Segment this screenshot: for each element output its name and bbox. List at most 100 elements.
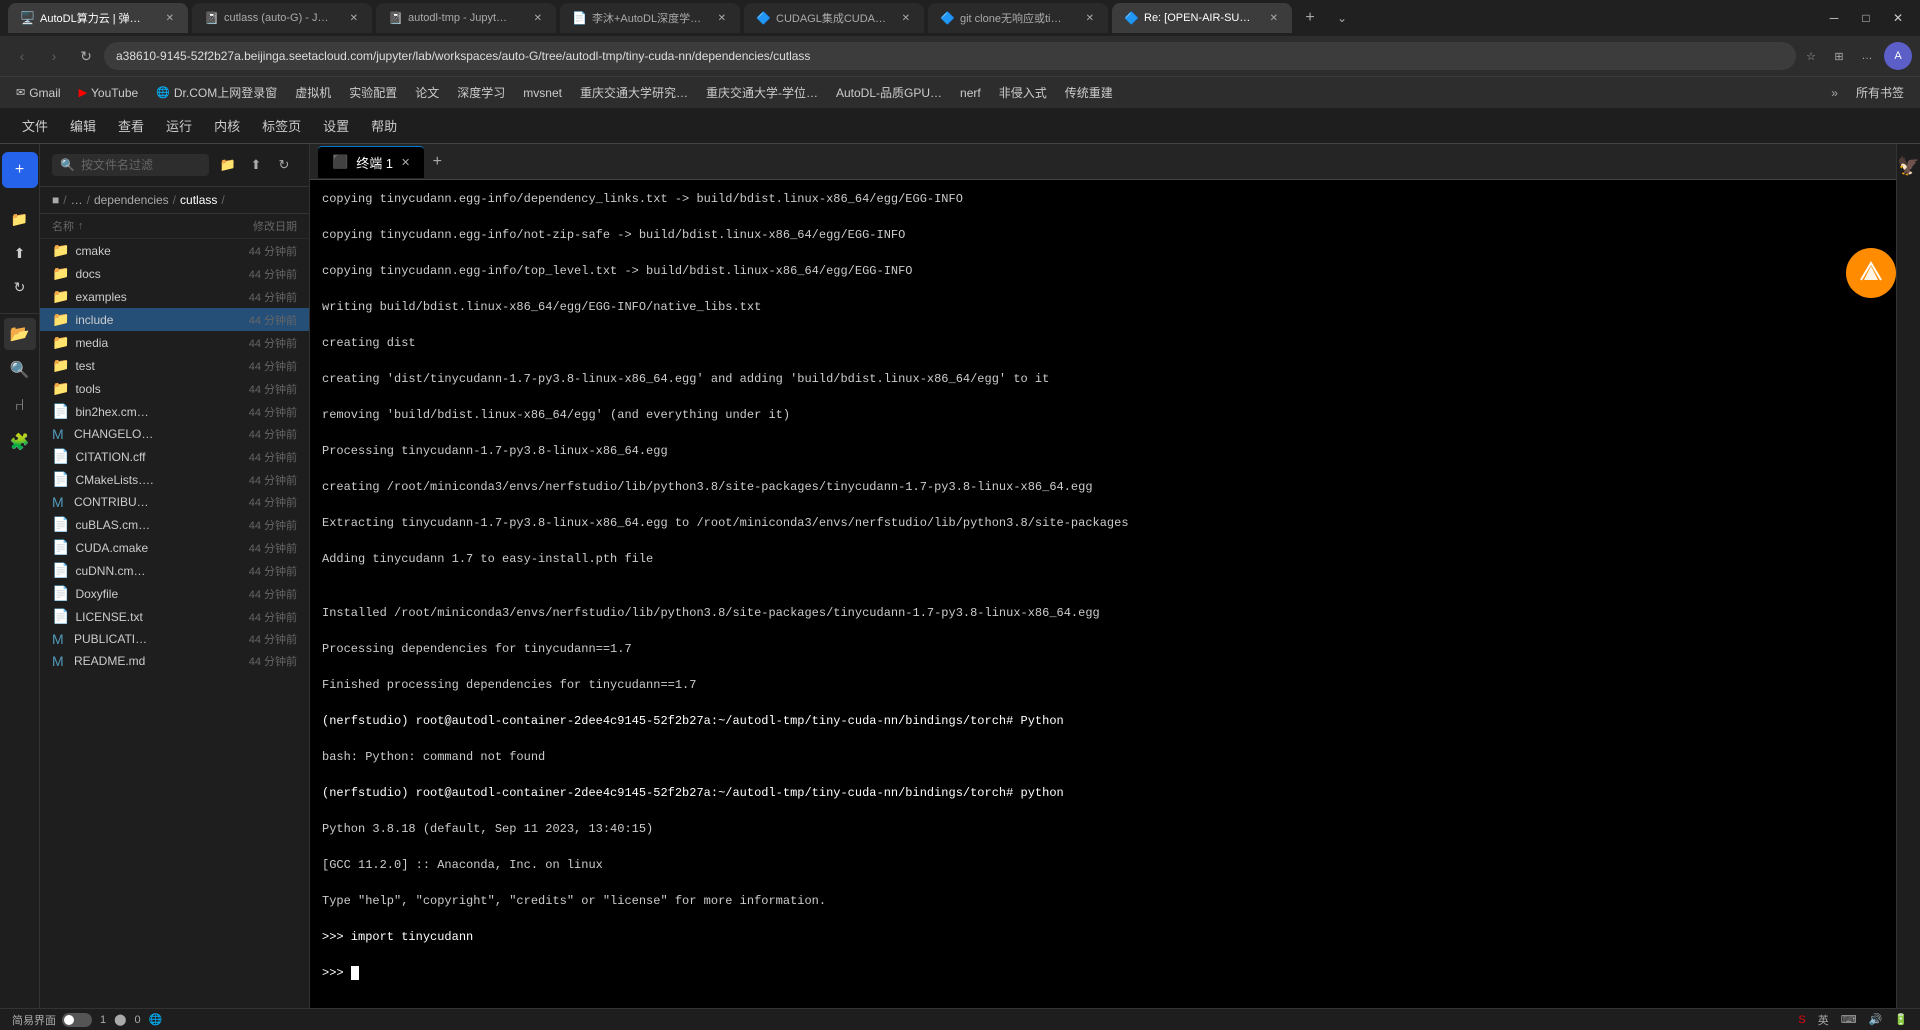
bookmark-cqjtu2[interactable]: 重庆交通大学-学位…	[698, 81, 826, 104]
toggle-switch[interactable]	[62, 1013, 92, 1027]
bookmark-nerf[interactable]: nerf	[952, 83, 989, 103]
menu-settings[interactable]: 设置	[313, 112, 359, 139]
profile-button[interactable]: A	[1884, 42, 1912, 70]
toolbar-upload-btn[interactable]: ⬆	[5, 238, 35, 268]
bookmark-star-icon[interactable]: ☆	[1800, 45, 1822, 67]
back-button[interactable]: ‹	[8, 42, 36, 70]
url-input[interactable]: a38610-9145-52f2b27a.beijinga.seetacloud…	[104, 42, 1796, 70]
bookmark-noninvasive[interactable]: 非侵入式	[991, 81, 1055, 104]
browser-tab-7[interactable]: 🔷 Re: [OPEN-AIR-SU… ✕	[1112, 3, 1292, 33]
breadcrumb-cutlass[interactable]: cutlass	[180, 193, 217, 207]
file-search-box[interactable]: 🔍	[52, 154, 209, 176]
reload-button[interactable]: ↻	[72, 42, 100, 70]
tab6-close[interactable]: ✕	[1084, 11, 1096, 26]
sort-name-button[interactable]: 名称 ↑	[52, 218, 217, 234]
menu-tabs[interactable]: 标签页	[252, 112, 311, 139]
tab5-close[interactable]: ✕	[900, 11, 912, 26]
list-item[interactable]: 📁 media 44 分钟前	[40, 331, 309, 354]
terminal-tab-close[interactable]: ✕	[401, 156, 410, 169]
bookmark-autodl[interactable]: AutoDL-品质GPU…	[828, 81, 950, 104]
file-date: 44 分钟前	[217, 563, 297, 579]
list-item[interactable]: 📄 LICENSE.txt 44 分钟前	[40, 605, 309, 628]
bookmark-noninvasive-label: 非侵入式	[999, 84, 1047, 101]
bookmark-mvsnet[interactable]: mvsnet	[515, 83, 570, 103]
file-filter-input[interactable]	[81, 158, 201, 172]
sort-icon: ↑	[78, 220, 84, 232]
forward-button[interactable]: ›	[40, 42, 68, 70]
list-item[interactable]: 📄 cuBLAS.cm… 44 分钟前	[40, 513, 309, 536]
terminal-tab-1[interactable]: ⬛ 终端 1 ✕	[318, 146, 424, 178]
minimize-button[interactable]: ─	[1820, 4, 1848, 32]
bookmark-dl[interactable]: 深度学习	[449, 81, 513, 104]
browser-tab-5[interactable]: 🔷 CUDAGL集成CUDA… ✕	[744, 3, 924, 33]
sidebar-icon-search[interactable]: 🔍	[4, 354, 36, 386]
bookmark-youtube[interactable]: ▶ YouTube	[71, 83, 147, 103]
tab4-close[interactable]: ✕	[716, 11, 728, 26]
list-item[interactable]: 📁 include 44 分钟前	[40, 308, 309, 331]
list-item[interactable]: 📄 CITATION.cff 44 分钟前	[40, 445, 309, 468]
list-item[interactable]: 📄 cuDNN.cm… 44 分钟前	[40, 559, 309, 582]
close-button[interactable]: ✕	[1884, 4, 1912, 32]
menu-help[interactable]: 帮助	[361, 112, 407, 139]
tab1-close[interactable]: ✕	[164, 11, 176, 26]
file-new-folder-btn[interactable]: 📁	[215, 152, 241, 178]
menu-edit[interactable]: 编辑	[60, 112, 106, 139]
list-item[interactable]: 📁 tools 44 分钟前	[40, 377, 309, 400]
browser-tab-4[interactable]: 📄 李沐+AutoDL深度学… ✕	[560, 3, 740, 33]
file-upload-btn[interactable]: ⬆	[243, 152, 269, 178]
list-item[interactable]: 📁 cmake 44 分钟前	[40, 239, 309, 262]
tabs-more-button[interactable]: ⌄	[1328, 4, 1356, 32]
bookmark-traditional[interactable]: 传统重建	[1057, 81, 1121, 104]
browser-tab-3[interactable]: 📓 autodl-tmp - Jupyt… ✕	[376, 3, 556, 33]
browser-settings-icon[interactable]: …	[1856, 45, 1878, 67]
bookmark-cqjtu[interactable]: 重庆交通大学研究…	[572, 81, 696, 104]
terminal-new-tab-button[interactable]: +	[424, 149, 450, 175]
breadcrumb-dependencies[interactable]: dependencies	[94, 193, 169, 207]
bookmark-labconfig[interactable]: 实验配置	[341, 81, 405, 104]
new-launcher-button[interactable]: +	[2, 152, 38, 188]
list-item[interactable]: 📄 CMakeLists…. 44 分钟前	[40, 468, 309, 491]
list-item[interactable]: 📁 examples 44 分钟前	[40, 285, 309, 308]
list-item[interactable]: 📄 bin2hex.cm… 44 分钟前	[40, 400, 309, 423]
bookmarks-more-button[interactable]: »	[1823, 83, 1846, 103]
bookmark-vm[interactable]: 虚拟机	[287, 81, 339, 104]
tab7-close[interactable]: ✕	[1268, 11, 1280, 26]
list-item[interactable]: 📄 CUDA.cmake 44 分钟前	[40, 536, 309, 559]
maximize-button[interactable]: □	[1852, 4, 1880, 32]
new-tab-button[interactable]: +	[1296, 4, 1324, 32]
bookmark-drcom[interactable]: 🌐 Dr.COM上网登录窗	[148, 81, 285, 104]
breadcrumb-root[interactable]: ■	[52, 193, 59, 207]
terminal-output[interactable]: n-38/tinycudann_bindings/_86_C.cpython-3…	[310, 180, 1896, 1008]
list-item[interactable]: M CONTRIBU… 44 分钟前	[40, 491, 309, 513]
browser-collections-icon[interactable]: ⊞	[1828, 45, 1850, 67]
menu-run[interactable]: 运行	[156, 112, 202, 139]
sidebar-icon-extensions[interactable]: 🧩	[4, 426, 36, 458]
list-item[interactable]: 📁 test 44 分钟前	[40, 354, 309, 377]
list-item[interactable]: 📁 docs 44 分钟前	[40, 262, 309, 285]
bookmark-gmail[interactable]: ✉ Gmail	[8, 83, 69, 103]
browser-tab-1[interactable]: 🖥️ AutoDL算力云 | 弹… ✕	[8, 3, 188, 33]
tab2-close[interactable]: ✕	[348, 11, 360, 26]
list-item[interactable]: 📄 Doxyfile 44 分钟前	[40, 582, 309, 605]
list-item[interactable]: M PUBLICATI… 44 分钟前	[40, 628, 309, 650]
simple-mode-toggle[interactable]: 简易界面	[12, 1012, 92, 1028]
menu-view[interactable]: 查看	[108, 112, 154, 139]
sidebar-icon-files[interactable]: 📂	[4, 318, 36, 350]
tab3-close[interactable]: ✕	[532, 11, 544, 26]
bookmark-labconfig-label: 实验配置	[349, 84, 397, 101]
toolbar-refresh-btn[interactable]: ↻	[5, 272, 35, 302]
sidebar-icon-git[interactable]: ⑁	[4, 390, 36, 422]
breadcrumb-ellipsis[interactable]: …	[71, 193, 83, 207]
terminal-line: >>> import tinycudann	[322, 928, 1884, 946]
browser-tab-2[interactable]: 📓 cutlass (auto-G) - J… ✕	[192, 3, 372, 33]
list-item[interactable]: M README.md 44 分钟前	[40, 650, 309, 672]
menu-file[interactable]: 文件	[12, 112, 58, 139]
bookmark-allbooks[interactable]: 所有书签	[1848, 81, 1912, 104]
file-refresh-btn[interactable]: ↻	[271, 152, 297, 178]
toolbar-folder-btn[interactable]: 📁	[5, 204, 35, 234]
right-sidebar-icon[interactable]: 🦅	[1897, 154, 1920, 178]
menu-kernel[interactable]: 内核	[204, 112, 250, 139]
browser-tab-6[interactable]: 🔷 git clone无响应或ti… ✕	[928, 3, 1108, 33]
bookmark-paper[interactable]: 论文	[407, 81, 447, 104]
list-item[interactable]: M CHANGELO… 44 分钟前	[40, 423, 309, 445]
